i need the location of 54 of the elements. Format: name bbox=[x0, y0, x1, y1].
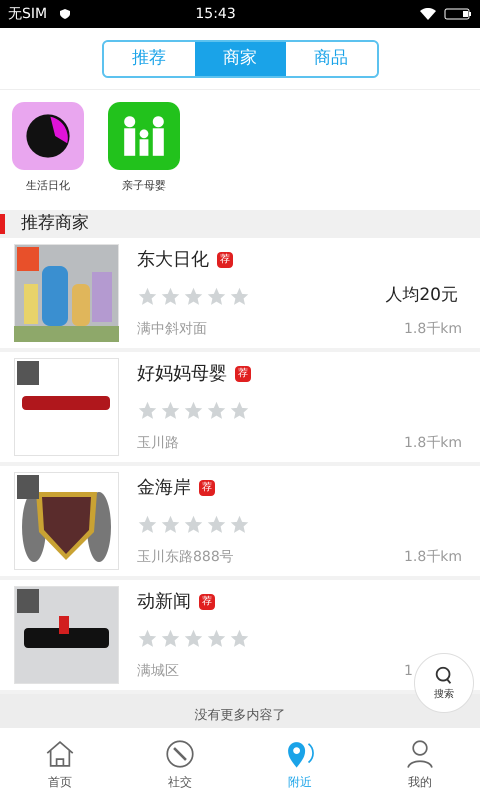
battery-icon bbox=[444, 8, 472, 20]
merchant-name: 动新闻 bbox=[137, 590, 191, 614]
nav-tab[interactable]: 社交 bbox=[120, 728, 240, 800]
section-title: 推荐商家 bbox=[21, 212, 89, 236]
nav-tab[interactable]: 我的 bbox=[360, 728, 480, 800]
distance-text: 1.8千km bbox=[404, 320, 462, 339]
star-icon bbox=[160, 628, 181, 648]
star-icon bbox=[229, 628, 250, 648]
search-button[interactable]: 搜索 bbox=[414, 653, 474, 713]
recommend-badge: 荐 bbox=[199, 480, 215, 496]
star-icon bbox=[160, 514, 181, 534]
address-text: 玉川东路888号 bbox=[137, 548, 234, 567]
recommend-badge: 荐 bbox=[199, 594, 215, 610]
star-icon bbox=[137, 514, 158, 534]
star-icon bbox=[229, 400, 250, 420]
star-icon bbox=[206, 514, 227, 534]
section-marker bbox=[0, 214, 5, 234]
no-more-text: 没有更多内容了 bbox=[194, 708, 286, 724]
clock-text: 15:43 bbox=[194, 4, 237, 24]
category-button[interactable]: 亲子母婴 bbox=[108, 102, 180, 210]
star-icon bbox=[183, 628, 204, 648]
distance-text: 1 bbox=[404, 662, 413, 681]
distance-text: 1.8千km bbox=[404, 548, 462, 567]
price-text: 人均20元 bbox=[385, 284, 458, 308]
distance-text: 1.8千km bbox=[404, 434, 462, 453]
star-icon bbox=[137, 400, 158, 420]
recommend-badge: 荐 bbox=[217, 252, 233, 268]
recommend-badge: 荐 bbox=[235, 366, 251, 382]
star-icon bbox=[183, 400, 204, 420]
star-icon bbox=[183, 286, 204, 306]
address-text: 玉川路 bbox=[137, 434, 179, 453]
star-icon bbox=[206, 628, 227, 648]
shield-icon bbox=[59, 8, 72, 20]
star-icon bbox=[137, 286, 158, 306]
star-icon bbox=[160, 400, 181, 420]
category-button[interactable]: 生活日化 bbox=[12, 102, 84, 210]
star-icon bbox=[206, 400, 227, 420]
star-icon bbox=[229, 286, 250, 306]
wifi-icon bbox=[420, 8, 436, 20]
merchant-name: 金海岸 bbox=[137, 476, 191, 500]
star-icon bbox=[206, 286, 227, 306]
merchant-row[interactable]: 金海岸 荐 玉川东路888号 1.8千km bbox=[0, 466, 480, 580]
star-icon bbox=[183, 514, 204, 534]
address-text: 满中斜对面 bbox=[137, 320, 207, 339]
merchant-row[interactable]: 好妈妈母婴 荐 玉川路 1.8千km bbox=[0, 352, 480, 466]
star-icon bbox=[137, 628, 158, 648]
star-icon bbox=[160, 286, 181, 306]
merchant-name: 好妈妈母婴 bbox=[137, 362, 227, 386]
carrier-text: 无SIM bbox=[8, 4, 48, 24]
merchant-name: 东大日化 bbox=[137, 248, 209, 272]
address-text: 满城区 bbox=[137, 662, 179, 681]
merchant-row[interactable]: 东大日化 荐 人均20元 满中斜对面 1.8千km bbox=[0, 238, 480, 352]
star-icon bbox=[229, 514, 250, 534]
nav-tab[interactable]: 首页 bbox=[0, 728, 120, 800]
